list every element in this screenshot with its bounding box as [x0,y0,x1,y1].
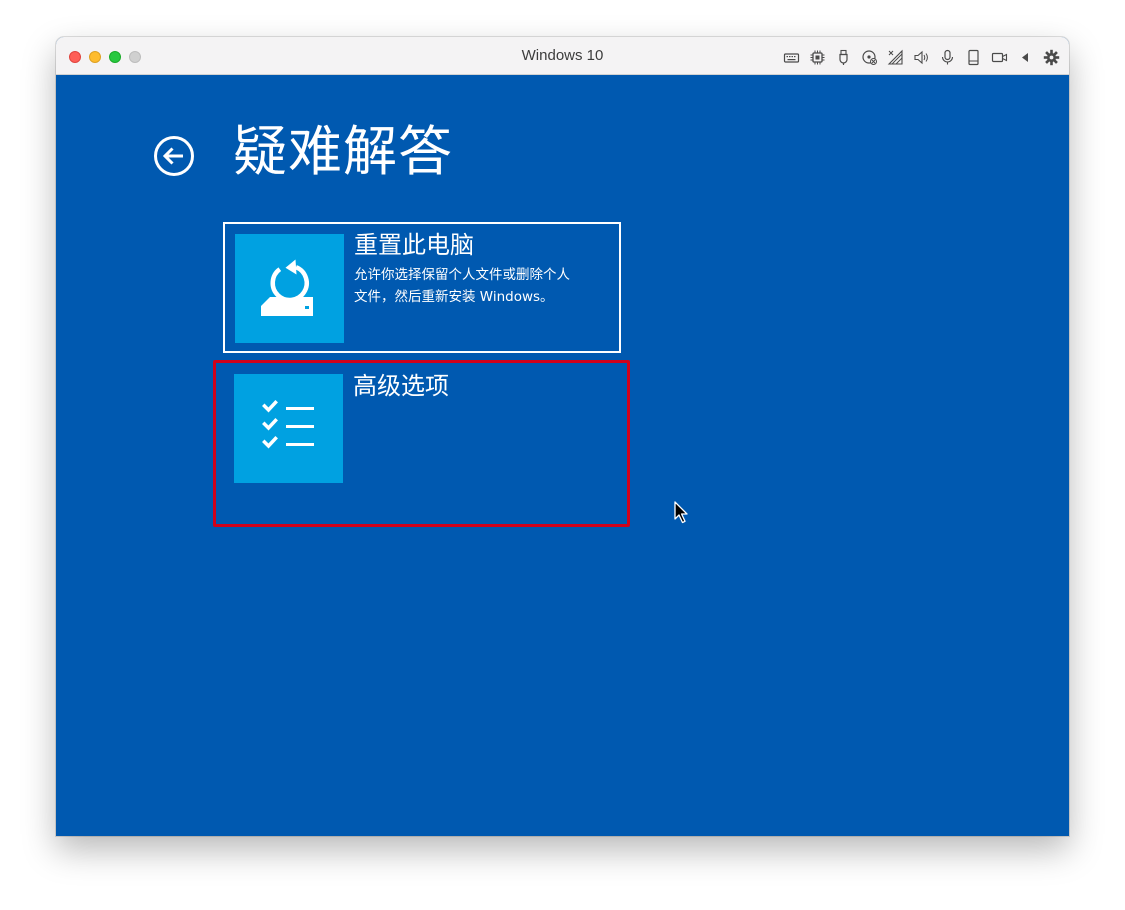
settings-gear-icon[interactable] [1042,48,1061,67]
page-title: 疑难解答 [233,120,453,183]
reset-pc-description-line2: 文件，然后重新安装 Windows。 [354,289,554,305]
back-button[interactable] [153,135,195,177]
cd-icon[interactable] [860,48,879,67]
speaker-icon[interactable] [912,48,931,67]
reset-pc-description-line1: 允许你选择保留个人文件或删除个人 [354,267,570,283]
disk-icon[interactable] [964,48,983,67]
vm-window: Windows 10 疑难解答 重置此电脑 允许你选择保留个人文件或删除个人 文… [56,37,1069,836]
back-arrow-icon [154,136,194,176]
reset-pc-title: 重置此电脑 [354,231,474,259]
usb-icon[interactable] [834,48,853,67]
camera-icon[interactable] [990,48,1009,67]
collapse-arrow-icon[interactable] [1016,48,1035,67]
reset-pc-icon [235,234,344,343]
cpu-icon[interactable] [808,48,827,67]
vm-device-toolbar [782,47,1061,67]
microphone-icon[interactable] [938,48,957,67]
network-icon[interactable] [886,48,905,67]
mouse-pointer-icon [674,501,690,525]
window-titlebar: Windows 10 [56,37,1069,75]
reset-pc-description: 允许你选择保留个人文件或删除个人 文件，然后重新安装 Windows。 [354,264,604,308]
keyboard-icon[interactable] [782,48,801,67]
troubleshoot-screen: 疑难解答 重置此电脑 允许你选择保留个人文件或删除个人 文件，然后重新安装 Wi… [56,75,1069,836]
highlight-box [213,360,630,527]
reset-pc-option[interactable]: 重置此电脑 允许你选择保留个人文件或删除个人 文件，然后重新安装 Windows… [223,222,621,353]
